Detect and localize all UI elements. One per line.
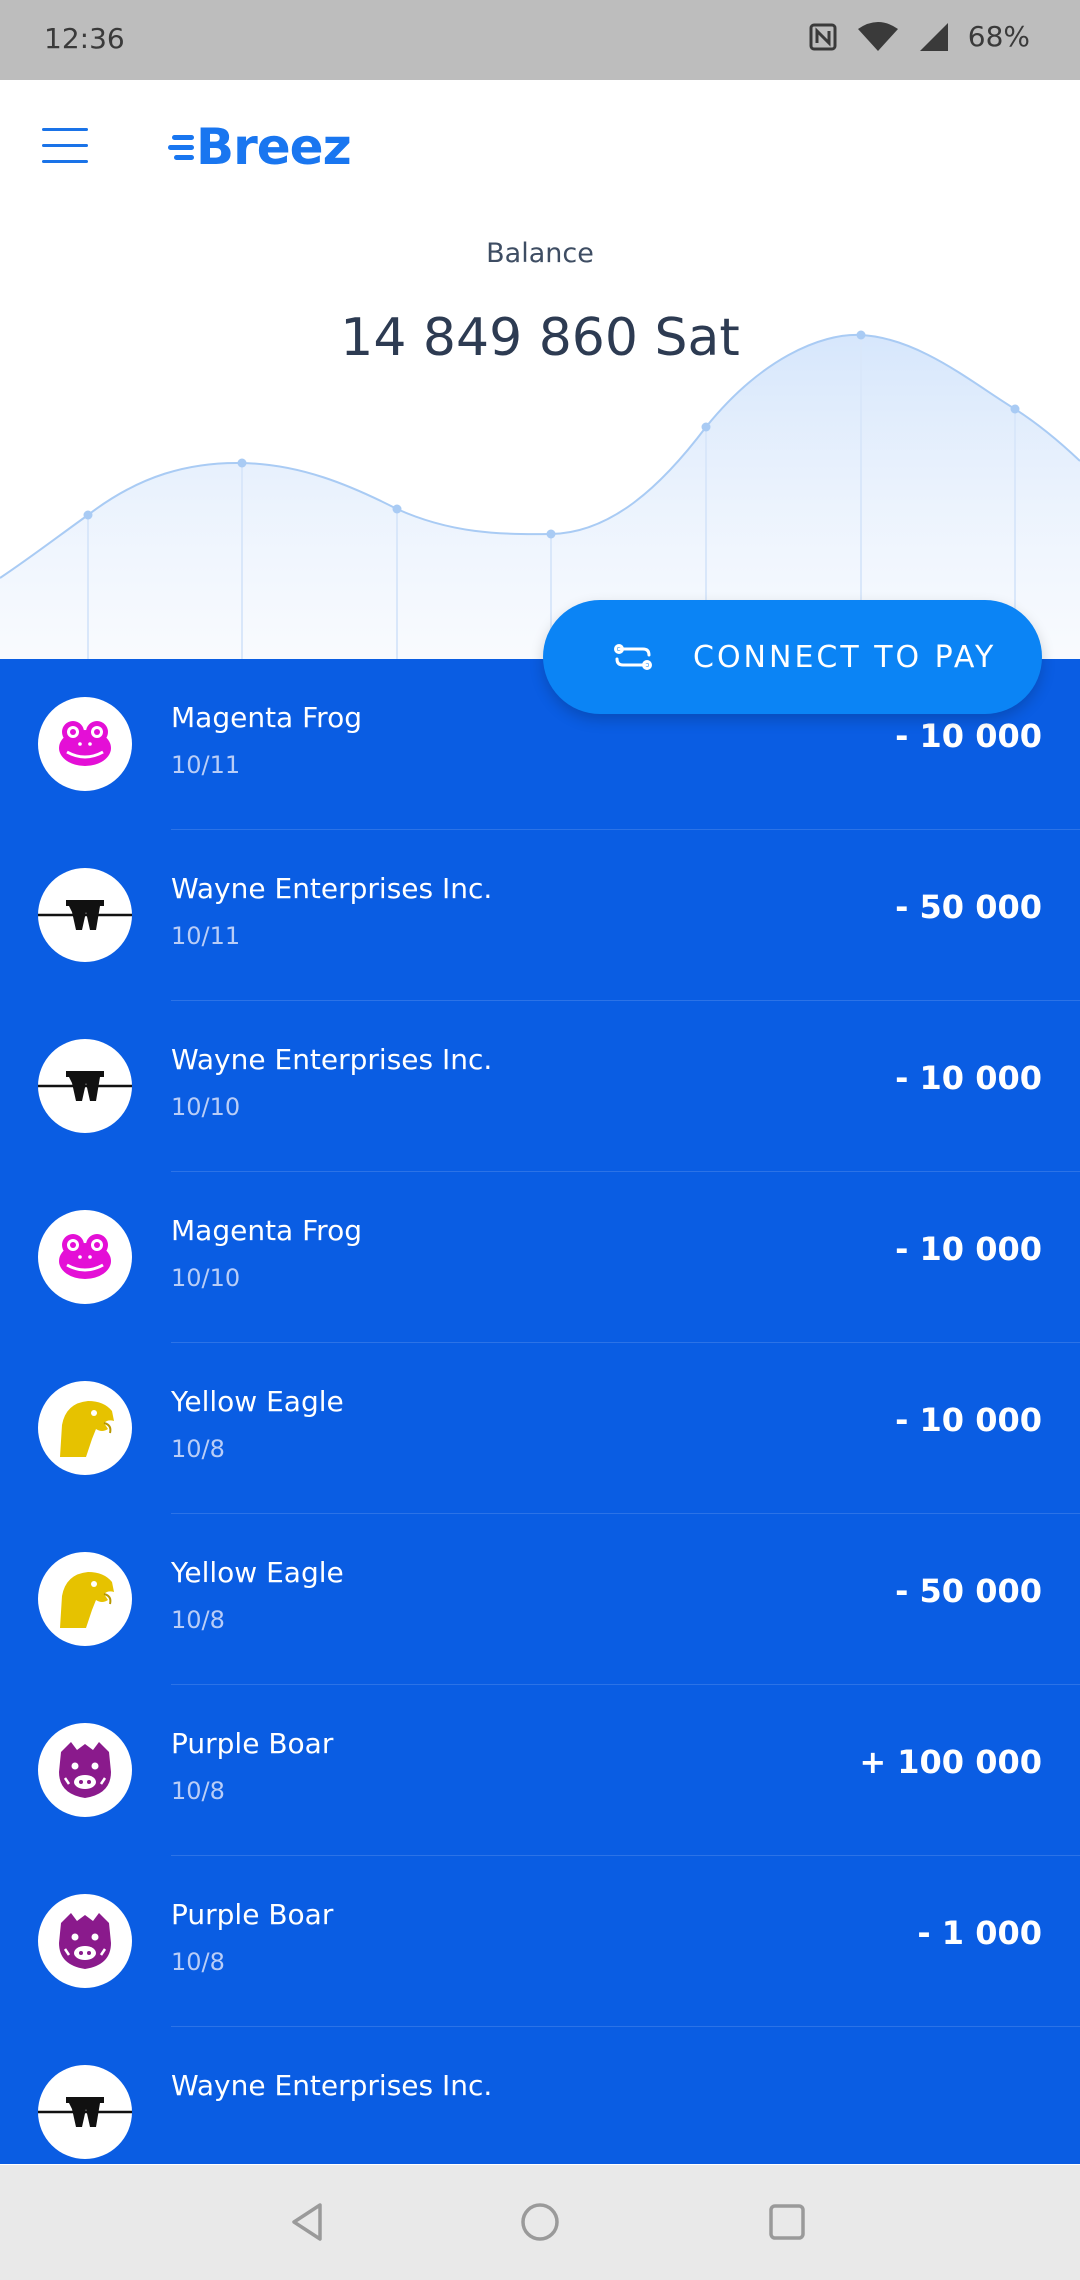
connect-to-pay-button[interactable]: CONNECT TO PAY — [543, 600, 1042, 714]
logo-text: Breez — [196, 118, 352, 176]
balance-header: Balance 14 849 860 Sat — [0, 220, 1080, 660]
transaction-amount: - 10 000 — [895, 717, 1042, 755]
balance-value: 14 849 860 Sat — [340, 308, 740, 368]
wayne-enterprises-icon — [38, 868, 132, 962]
transaction-row[interactable]: Purple Boar 10/8 - 1 000 — [0, 1856, 1080, 2027]
status-time: 12:36 — [44, 22, 125, 55]
menu-icon — [42, 128, 88, 131]
transaction-list: Magenta Frog 10/11 - 10 000 Wayne Enterp… — [0, 659, 1080, 2164]
transaction-date: 10/8 — [171, 1606, 225, 1634]
status-bar: 12:36 68% — [0, 0, 1080, 80]
balance-label: Balance — [486, 238, 594, 269]
transaction-row[interactable]: Wayne Enterprises Inc. 10/11 - 50 000 — [0, 830, 1080, 1001]
back-button[interactable] — [282, 2197, 332, 2247]
transaction-date: 10/8 — [171, 1777, 225, 1805]
magenta-frog-icon — [38, 697, 132, 791]
transaction-name: Magenta Frog — [171, 1214, 362, 1247]
transaction-name: Purple Boar — [171, 1727, 334, 1760]
wayne-enterprises-icon — [38, 2065, 132, 2159]
battery-text: 68% — [967, 20, 1030, 53]
connect-to-pay-label: CONNECT TO PAY — [693, 639, 997, 675]
transaction-name: Wayne Enterprises Inc. — [171, 2069, 493, 2102]
transaction-date: 10/11 — [171, 751, 241, 779]
connect-arrows-icon — [614, 644, 652, 670]
magenta-frog-icon — [38, 1210, 132, 1304]
transaction-amount: - 10 000 — [895, 1230, 1042, 1268]
transaction-row[interactable]: Wayne Enterprises Inc. — [0, 2027, 1080, 2164]
balance-history-chart — [0, 330, 1080, 660]
transaction-date: 10/10 — [171, 1093, 241, 1121]
app-bar: Breez — [0, 80, 1080, 220]
transaction-row[interactable]: Wayne Enterprises Inc. 10/10 - 10 000 — [0, 1001, 1080, 1172]
transaction-name: Yellow Eagle — [171, 1385, 344, 1418]
yellow-eagle-icon — [38, 1381, 132, 1475]
transaction-name: Purple Boar — [171, 1898, 334, 1931]
transaction-amount: - 10 000 — [895, 1059, 1042, 1097]
back-triangle-icon — [292, 2203, 322, 2241]
menu-button[interactable] — [38, 118, 94, 178]
transaction-amount: - 50 000 — [895, 888, 1042, 926]
system-navigation-bar — [0, 2165, 1080, 2280]
logo-speed-lines-icon — [168, 135, 194, 160]
transaction-name: Yellow Eagle — [171, 1556, 344, 1589]
transaction-amount: - 1 000 — [917, 1914, 1042, 1952]
transaction-date: 10/11 — [171, 922, 241, 950]
transaction-name: Wayne Enterprises Inc. — [171, 1043, 493, 1076]
purple-boar-icon — [38, 1723, 132, 1817]
transaction-date: 10/8 — [171, 1948, 225, 1976]
transaction-amount: - 10 000 — [895, 1401, 1042, 1439]
home-circle-icon — [521, 2203, 559, 2241]
breez-logo: Breez — [168, 118, 352, 176]
transaction-row[interactable]: Purple Boar 10/8 + 100 000 — [0, 1685, 1080, 1856]
signal-icon — [918, 21, 950, 53]
transaction-row[interactable]: Yellow Eagle 10/8 - 50 000 — [0, 1514, 1080, 1685]
yellow-eagle-icon — [38, 1552, 132, 1646]
recents-square-icon — [769, 2204, 805, 2240]
transaction-name: Magenta Frog — [171, 701, 362, 734]
nfc-icon — [808, 22, 838, 52]
transaction-amount: + 100 000 — [859, 1743, 1042, 1781]
transaction-amount: - 50 000 — [895, 1572, 1042, 1610]
home-button[interactable] — [515, 2197, 565, 2247]
transaction-date: 10/10 — [171, 1264, 241, 1292]
wayne-enterprises-icon — [38, 1039, 132, 1133]
transaction-date: 10/8 — [171, 1435, 225, 1463]
transaction-name: Wayne Enterprises Inc. — [171, 872, 493, 905]
wifi-icon — [856, 21, 900, 53]
transaction-row[interactable]: Magenta Frog 10/10 - 10 000 — [0, 1172, 1080, 1343]
recents-button[interactable] — [762, 2197, 812, 2247]
purple-boar-icon — [38, 1894, 132, 1988]
transaction-row[interactable]: Yellow Eagle 10/8 - 10 000 — [0, 1343, 1080, 1514]
